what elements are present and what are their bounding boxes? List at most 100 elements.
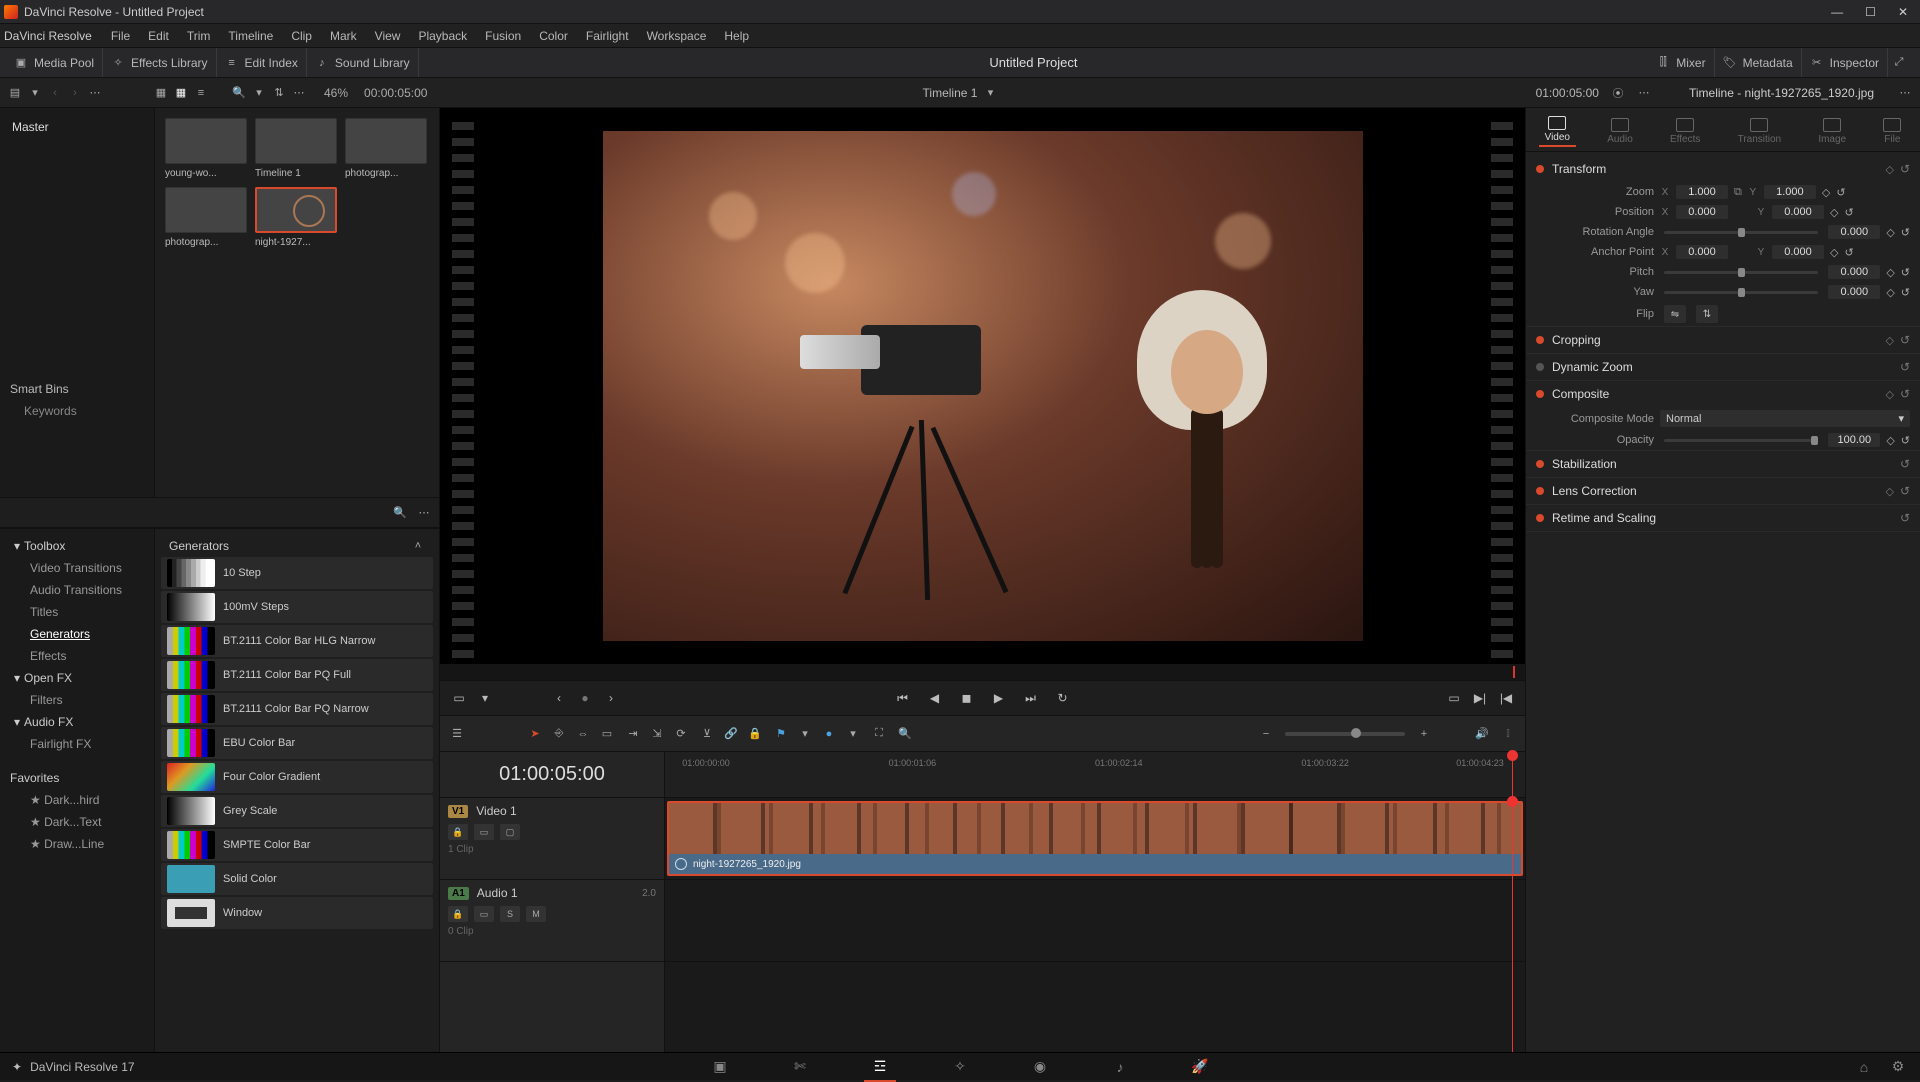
keyframe-icon[interactable]: ◇ <box>1886 226 1894 239</box>
generator-item[interactable]: Solid Color <box>161 863 433 895</box>
media-clip[interactable]: Timeline 1 <box>255 118 337 179</box>
menu-file[interactable]: File <box>102 29 139 43</box>
section-stabilization[interactable]: Stabilization↺ <box>1526 451 1920 477</box>
replace-icon[interactable]: ⟳ <box>674 727 688 741</box>
menu-view[interactable]: View <box>366 29 410 43</box>
list-view-icon[interactable]: ≡ <box>194 86 208 100</box>
zoom-detail-icon[interactable]: 🔍 <box>898 727 912 741</box>
pos-y-input[interactable]: 0.000 <box>1772 205 1824 219</box>
meters-icon[interactable]: ⫾ <box>1501 727 1515 741</box>
snap-icon[interactable]: ⊻ <box>700 727 714 741</box>
auto-select-button[interactable]: ▭ <box>474 906 494 922</box>
media-clip[interactable]: young-wo... <box>165 118 247 179</box>
fx-category[interactable]: Filters <box>0 689 154 711</box>
menu-fairlight[interactable]: Fairlight <box>577 29 638 43</box>
keyframe-icon[interactable]: ◇ <box>1886 286 1894 299</box>
inspector-tab-audio[interactable]: Audio <box>1601 116 1639 147</box>
chevron-down-icon[interactable]: ▾ <box>252 86 266 100</box>
link-icon[interactable]: 🔗 <box>724 727 738 741</box>
smart-bin-keywords[interactable]: Keywords <box>0 400 154 422</box>
menu-timeline[interactable]: Timeline <box>219 29 282 43</box>
smart-bins-header[interactable]: Smart Bins <box>0 378 154 400</box>
selection-tool-icon[interactable]: ➤ <box>528 727 542 741</box>
media-clip[interactable]: night-1927... <box>255 187 337 248</box>
opacity-input[interactable]: 100.00 <box>1828 433 1880 447</box>
audio-icon[interactable]: 🔊 <box>1475 727 1489 741</box>
blade-tool-icon[interactable]: ▭ <box>600 727 614 741</box>
more-icon[interactable]: ⋯ <box>417 506 431 520</box>
playhead[interactable] <box>1512 752 1513 797</box>
pitch-input[interactable]: 0.000 <box>1828 265 1880 279</box>
go-prev-icon[interactable]: |◀ <box>1497 689 1515 707</box>
section-cropping[interactable]: Cropping◇↺ <box>1526 327 1920 353</box>
thumb-view-icon[interactable]: ▦ <box>154 86 168 100</box>
window-maximize-button[interactable]: ☐ <box>1865 5 1876 19</box>
reset-icon[interactable]: ↺ <box>1900 387 1910 401</box>
generator-item[interactable]: Grey Scale <box>161 795 433 827</box>
reset-icon[interactable]: ↺ <box>1900 484 1910 498</box>
favorite-item[interactable]: ★ Dark...Text <box>0 811 154 833</box>
viewer-frame[interactable] <box>603 131 1363 641</box>
generator-item[interactable]: BT.2111 Color Bar PQ Narrow <box>161 693 433 725</box>
play-button[interactable]: ▶ <box>990 689 1008 707</box>
generator-item[interactable]: 10 Step <box>161 557 433 589</box>
viewer-zoom[interactable]: 46% <box>324 86 348 100</box>
fx-category[interactable]: Generators <box>0 623 154 645</box>
reset-icon[interactable]: ↺ <box>1901 226 1910 239</box>
menu-playback[interactable]: Playback <box>409 29 476 43</box>
panel-toggle-edit-index[interactable]: ≡ Edit Index <box>217 48 307 77</box>
chevron-down-icon[interactable]: ▾ <box>846 727 860 741</box>
page-edit-icon[interactable]: ☲ <box>870 1057 890 1077</box>
opacity-slider[interactable] <box>1664 439 1818 442</box>
lock-icon[interactable]: 🔒 <box>748 727 762 741</box>
next-edit-icon[interactable]: › <box>602 689 620 707</box>
section-retime-scaling[interactable]: Retime and Scaling↺ <box>1526 505 1920 531</box>
menu-help[interactable]: Help <box>715 29 758 43</box>
flag-icon[interactable]: ⚑ <box>774 727 788 741</box>
lock-track-button[interactable]: 🔒 <box>448 906 468 922</box>
settings-icon[interactable]: ⚙ <box>1888 1057 1908 1077</box>
loop-button[interactable]: ↻ <box>1054 689 1072 707</box>
more-icon[interactable]: ⋯ <box>292 86 306 100</box>
page-cut-icon[interactable]: ✄ <box>790 1057 810 1077</box>
fx-category[interactable]: ▾Audio FX <box>0 711 154 733</box>
keyframe-icon[interactable]: ◇ <box>1886 434 1894 447</box>
timeline-clip[interactable]: night-1927265_1920.jpg <box>667 801 1523 876</box>
keyframe-icon[interactable]: ◇ <box>1830 246 1838 259</box>
timeline-name[interactable]: Timeline 1 <box>923 86 978 100</box>
keyframe-icon[interactable]: ◇ <box>1885 485 1893 498</box>
chevron-down-icon[interactable]: ▾ <box>28 86 42 100</box>
panel-toggle-mixer[interactable]: ⫿⫿ Mixer <box>1648 48 1714 77</box>
overwrite-icon[interactable]: ⇲ <box>650 727 664 741</box>
flip-h-button[interactable]: ⇋ <box>1664 305 1686 323</box>
inspector-tab-image[interactable]: Image <box>1812 116 1852 147</box>
reset-icon[interactable]: ↺ <box>1900 333 1910 347</box>
grid-view-icon[interactable]: ▦ <box>174 86 188 100</box>
timeline-timecode[interactable]: 01:00:05:00 <box>440 752 665 797</box>
zoom-fit-icon[interactable]: ⛶ <box>872 727 886 741</box>
solo-button[interactable]: S <box>500 906 520 922</box>
crop-icon[interactable]: ▭ <box>450 689 468 707</box>
fx-category[interactable]: ▾Toolbox <box>0 535 154 557</box>
search-icon[interactable]: 🔍 <box>393 506 407 520</box>
auto-select-button[interactable]: ▭ <box>474 824 494 840</box>
fx-category[interactable]: Audio Transitions <box>0 579 154 601</box>
favorite-item[interactable]: ★ Dark...hird <box>0 789 154 811</box>
keyframe-icon[interactable]: ◇ <box>1886 266 1894 279</box>
menu-workspace[interactable]: Workspace <box>638 29 716 43</box>
generator-item[interactable]: Four Color Gradient <box>161 761 433 793</box>
inspector-tab-file[interactable]: File <box>1877 116 1907 147</box>
fx-category[interactable]: ▾Open FX <box>0 667 154 689</box>
menu-color[interactable]: Color <box>530 29 577 43</box>
more-icon[interactable]: ⋯ <box>88 86 102 100</box>
reset-icon[interactable]: ↺ <box>1844 206 1853 219</box>
generator-item[interactable]: SMPTE Color Bar <box>161 829 433 861</box>
reset-icon[interactable]: ↺ <box>1900 162 1910 176</box>
first-frame-button[interactable]: ⏮ <box>894 689 912 707</box>
timeline-zoom-slider[interactable] <box>1285 732 1405 736</box>
zoom-x-input[interactable]: 1.000 <box>1676 185 1728 199</box>
timeline-view-options-icon[interactable]: ☰ <box>450 727 464 741</box>
menu-fusion[interactable]: Fusion <box>476 29 530 43</box>
fx-category[interactable]: Effects <box>0 645 154 667</box>
keyframe-icon[interactable]: ◇ <box>1822 186 1830 199</box>
